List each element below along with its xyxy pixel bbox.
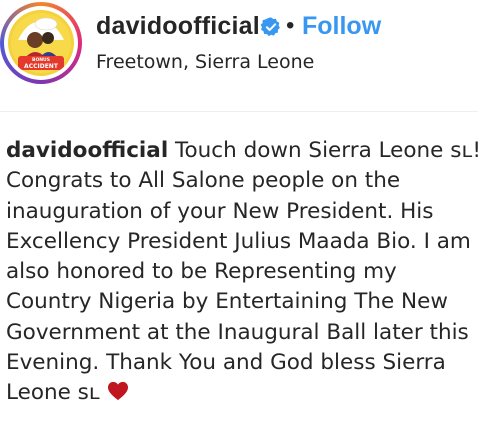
post-caption: davidoofficial Touch down Sierra Leone ꜱ… — [6, 136, 478, 409]
caption-line: Country Nigeria by Entertaining The New — [6, 289, 448, 315]
caption-line: Leone ꜱʟ — [6, 378, 474, 408]
avatar[interactable]: BONUS ACCIDENT — [8, 10, 74, 76]
verified-badge-icon — [260, 17, 280, 37]
story-ring[interactable]: BONUS ACCIDENT — [0, 2, 82, 84]
separator-dot: • — [286, 12, 295, 39]
caption-line: Congrats to All Salone people on the — [6, 168, 401, 194]
caption-username[interactable]: davidoofficial — [6, 138, 168, 163]
post-header: BONUS ACCIDENT davidoofficial • Follow F… — [0, 0, 478, 112]
avatar-image: BONUS ACCIDENT — [8, 10, 74, 76]
caption-line: Evening. Thank You and God bless Sierra — [6, 350, 446, 376]
username-link[interactable]: davidoofficial — [96, 12, 260, 41]
caption-line: Government at the Inaugural Ball later t… — [6, 319, 469, 345]
caption-line: davidoofficial Touch down Sierra Leone ꜱ… — [6, 138, 478, 163]
follow-button[interactable]: Follow — [302, 12, 381, 41]
caption-line: also honored to be Representing my — [6, 259, 397, 285]
location-link[interactable]: Freetown, Sierra Leone — [96, 51, 314, 73]
caption-line: inauguration of your New President. His — [6, 198, 434, 224]
red-heart-icon — [107, 382, 128, 401]
caption-line: Excellency President Julius Maada Bio. I… — [6, 228, 471, 254]
avatar-text-bottom: ACCIDENT — [24, 63, 59, 70]
